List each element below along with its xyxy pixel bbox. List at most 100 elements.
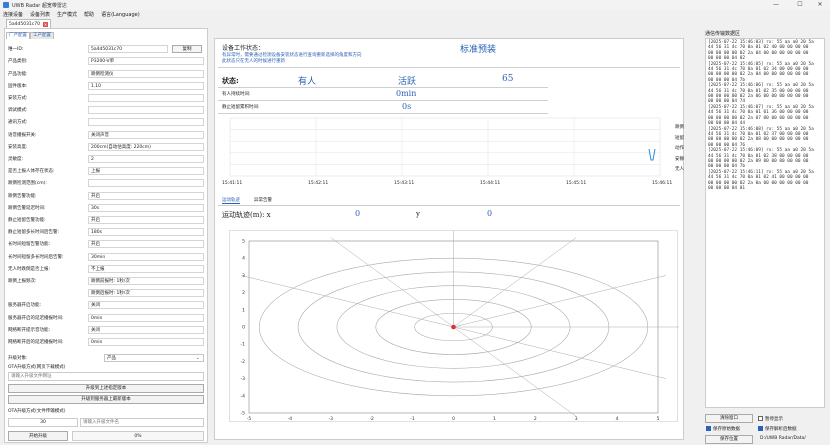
y-tick-label: -5 [241,411,246,417]
timeline-legend-item: 动作 [675,146,684,151]
size-field[interactable]: 30 [8,418,78,427]
upgrade-latest-button[interactable]: 升级到服务器上最新版本 [8,395,204,404]
log-line: 44 56 31 4c 70 0a 01 01 36 00 00 00 00 [708,110,809,116]
property-value: 0min [88,313,204,322]
log-title: 通信传输数据区 [705,31,741,37]
chevron-down-icon: ⌄ [196,355,200,360]
track-y-label: y [416,210,420,218]
polar-spoke [330,237,454,328]
upgrade-url-input[interactable] [8,372,204,381]
app-icon [3,2,9,8]
close-button[interactable]: ✕ [808,0,830,10]
track-y-value: 0 [487,209,493,218]
property-label: 网络断开提示音功能: [8,327,51,333]
upgrade-specified-button[interactable]: 升级到上述指定版本 [8,384,204,393]
property-value: 上报 [88,167,204,176]
menu-production[interactable]: 生产模式 [57,11,77,18]
timeline-time-label: 15:46:11 [652,181,673,186]
device-tab[interactable]: 5a4d5031c70 ✕ [6,19,51,28]
save-location-button[interactable]: 保存位置 [705,435,753,444]
work-state-label: 设备工作状态： [222,45,265,52]
menu-bar: 连接设备 设备列表 生产模式 帮助 语言(Language) [0,10,830,18]
tab-motion-track[interactable]: 运动轨迹 [222,197,240,204]
y-tick-label: 0 [242,325,245,331]
work-state-value: 标准预装 [460,45,497,55]
y-tick-label: -1 [241,342,246,348]
ota-file-label: OTA升级方式(文件传输模式) [8,409,66,414]
property-row: 通讯方式: [8,118,204,127]
menu-connect[interactable]: 连接设备 [3,11,23,18]
menu-language[interactable]: 语言(Language) [101,11,140,18]
property-value [88,94,204,103]
track-point [451,324,456,330]
x-tick-label: 5 [657,416,660,422]
polar-spoke [453,326,667,379]
x-tick-label: -2 [369,416,374,422]
property-row: 静止短留告警功能: 开启 [8,216,204,225]
save-raw-checkbox[interactable] [706,426,711,431]
property-row: 跌倒检测范围(cm): [8,179,204,188]
y-tick-label: -3 [241,376,246,382]
property-value: 关闭 [88,301,204,310]
property-row: 安装高度: 200cm(自动估高度: 220cm) [8,142,204,152]
property-value: 跌倒前报时: 1秒/次 [88,277,204,286]
upgrade-file-input[interactable] [80,418,204,427]
y-tick-label: -4 [241,393,246,399]
property-label: 静止短留多长时间后告警: [8,230,60,236]
property-row: 静止短留多长时间后告警: 180s [8,228,204,237]
save-path: D:/UWB Radar/Data/ [760,436,806,441]
property-row: 产品类别: P3200-V单 [8,57,204,66]
log-area[interactable]: [2025-07-22 15:46:03] rx: 55 aa a0 20 5a… [705,38,825,408]
property-value: 5a4d5031c70 [88,45,168,54]
minimize-button[interactable]: — [764,0,788,10]
polar-spoke [453,237,577,328]
still-time-label: 静止短留累积时间: [222,105,260,110]
menu-help[interactable]: 帮助 [84,11,94,18]
property-value [88,118,204,127]
property-row: 服务器开启功能: 关闭 [8,301,204,310]
property-label: 通讯方式: [8,120,28,126]
timeline-time-label: 15:45:11 [566,181,587,186]
property-label: 服务器开启的延迟播报时间: [8,315,64,321]
track-label: 运动轨迹(m): x [222,211,271,219]
tab-alarm[interactable]: 异常告警 [254,197,272,203]
presence-time-value: 0min [396,89,417,98]
save-parsed-checkbox[interactable] [758,426,763,431]
x-tick-label: -1 [410,416,415,422]
copy-button[interactable]: 复制 [172,45,202,53]
property-label: 语音播报开关: [8,132,37,138]
close-tab-icon[interactable]: ✕ [43,21,48,27]
property-row: 是否上报人体存在状态: 上报 [8,167,204,176]
upgrade-progress-bar: 0% [72,431,204,441]
property-label: 安装方式: [8,96,28,102]
menu-device-list[interactable]: 设备列表 [30,11,50,18]
property-label: 跌倒上报频次: [8,279,37,285]
upgrade-target-select[interactable]: 产品 [104,354,204,363]
property-label: 静止短留告警功能: [8,218,46,224]
polar-spoke [453,326,577,417]
property-row: 跌倒后报时: 1秒/次 [8,289,204,298]
log-line: [2025-07-22 15:46:06] rx: 55 aa a0 20 5a [708,83,814,89]
upgrade-target-row: 升级对象: 产品 [8,354,204,363]
x-tick-label: 4 [616,416,619,422]
timeline-time-label: 15:43:11 [394,181,415,186]
x-tick-label: 1 [493,416,496,422]
property-row: 跌倒上报频次: 跌倒前报时: 1秒/次 [8,277,204,286]
clear-window-button[interactable]: 清除窗口 [705,414,753,423]
property-value: 关闭声音 [88,130,204,139]
property-row: 服务器开启的延迟播报时间: 0min [8,313,204,322]
timeline-time-label: 15:42:11 [308,181,329,186]
property-label: 跌倒告警延迟时间: [8,205,46,211]
tab-factory-config[interactable]: 工产配置 [30,32,54,39]
property-value [88,179,204,188]
tab-user-config[interactable]: 广严配置 [6,32,30,39]
property-value: 跌倒后报时: 1秒/次 [88,289,204,298]
still-time-value: 0s [402,102,412,111]
x-tick-label: -5 [247,416,252,422]
pause-checkbox[interactable] [758,416,763,421]
property-label: 跌倒检测范围(cm): [8,181,47,187]
save-parsed-label: 保存解析后数据 [765,427,797,432]
start-upgrade-button[interactable]: 开始升级 [8,431,68,441]
property-value: 30min [88,252,204,261]
polar-spoke [240,275,454,328]
